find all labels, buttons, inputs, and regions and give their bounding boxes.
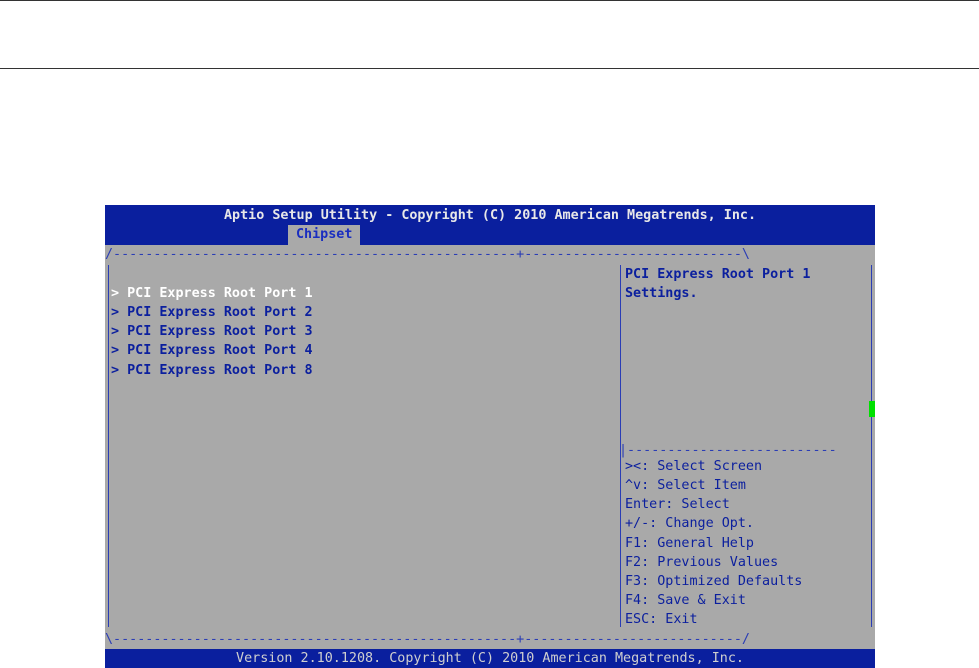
menu-item-pci-root-port-2[interactable]: > PCI Express Root Port 2 xyxy=(111,303,313,322)
key-help-f2: F2: Previous Values xyxy=(625,555,779,570)
title-bar: Aptio Setup Utility - Copyright (C) 2010… xyxy=(105,205,875,245)
footer-bar: Version 2.10.1208. Copyright (C) 2010 Am… xyxy=(105,649,875,668)
frame-bottom-border: \---------------------------------------… xyxy=(105,632,750,647)
help-text-line: Settings. xyxy=(625,286,698,301)
frame-top-border: /---------------------------------------… xyxy=(105,247,750,262)
key-help-enter: Enter: Select xyxy=(625,497,730,512)
help-text-line: PCI Express Root Port 1 xyxy=(625,267,811,282)
menu-item-pci-root-port-1[interactable]: > PCI Express Root Port 1 xyxy=(111,284,313,303)
key-help-change-opt: +/-: Change Opt. xyxy=(625,516,754,531)
header-rule xyxy=(0,68,979,69)
bios-title: Aptio Setup Utility - Copyright (C) 2010… xyxy=(223,208,757,223)
menu-item-pci-root-port-4[interactable]: > PCI Express Root Port 4 xyxy=(111,341,313,360)
column-divider xyxy=(620,265,621,627)
key-help-select-screen: ><: Select Screen xyxy=(625,459,763,474)
tab-chipset[interactable]: Chipset xyxy=(288,225,361,245)
scroll-indicator[interactable] xyxy=(869,401,875,417)
top-rule xyxy=(0,0,979,1)
left-border xyxy=(108,265,109,627)
key-help-f1: F1: General Help xyxy=(625,536,754,551)
key-help-f4: F4: Save & Exit xyxy=(625,593,746,608)
version-text: Version 2.10.1208. Copyright (C) 2010 Am… xyxy=(236,651,744,666)
key-help-select-item: ^v: Select Item xyxy=(625,478,746,493)
key-help-esc: ESC: Exit xyxy=(625,612,698,627)
menu-item-pci-root-port-8[interactable]: > PCI Express Root Port 8 xyxy=(111,361,313,380)
bios-setup-screen: Aptio Setup Utility - Copyright (C) 2010… xyxy=(105,205,875,668)
menu-item-pci-root-port-3[interactable]: > PCI Express Root Port 3 xyxy=(111,322,313,341)
key-help-f3: F3: Optimized Defaults xyxy=(625,574,803,589)
right-border xyxy=(871,265,872,627)
